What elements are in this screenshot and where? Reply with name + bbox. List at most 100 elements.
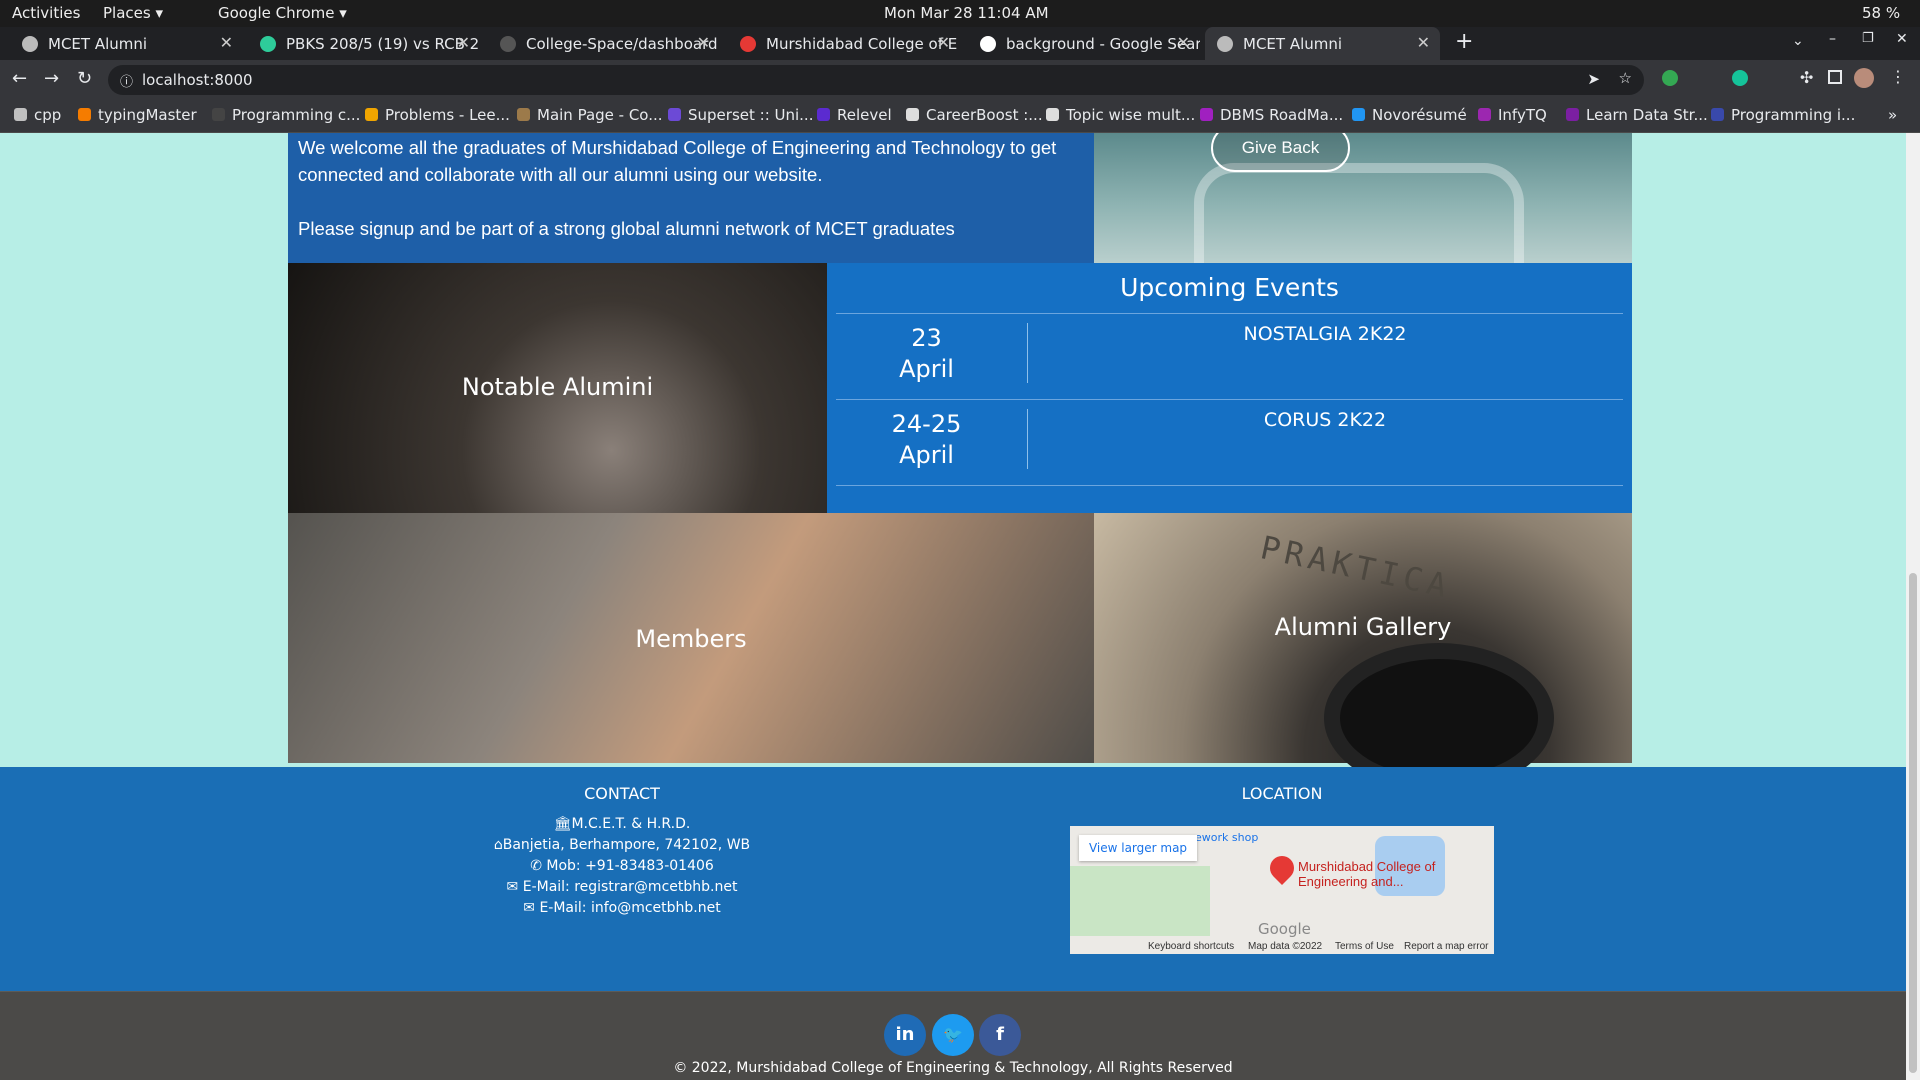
close-icon[interactable]: ✕ bbox=[220, 33, 233, 52]
close-window-button[interactable]: ✕ bbox=[1896, 31, 1908, 47]
contact-line[interactable]: ✉ E-Mail: registrar@mcetbhb.net bbox=[472, 877, 772, 898]
bookmark-icon bbox=[212, 108, 225, 121]
browser-toolbar: ← → ↻ ⓘ localhost:8000 ➤ ☆ ✣ ⋮ bbox=[0, 60, 1920, 100]
bookmark-item[interactable]: Topic wise mult... bbox=[1046, 106, 1195, 124]
event-name[interactable]: NOSTALGIA 2K22 bbox=[1027, 323, 1623, 345]
cricket-icon bbox=[260, 35, 276, 52]
envelope-icon: ✉ bbox=[506, 879, 519, 895]
bookmark-item[interactable]: Superset :: Uni... bbox=[668, 106, 813, 124]
bookmark-item[interactable]: InfyTQ bbox=[1478, 106, 1547, 124]
notable-alumni-tile[interactable]: Notable Alumini bbox=[288, 263, 827, 513]
battery-indicator[interactable]: 58 % bbox=[1862, 4, 1900, 22]
send-icon[interactable]: ➤ bbox=[1587, 70, 1600, 88]
twitter-icon[interactable]: 🐦 bbox=[932, 1014, 974, 1056]
location-map[interactable]: ework shop View larger map Murshidabad C… bbox=[1070, 826, 1494, 954]
map-pin-icon bbox=[740, 35, 756, 52]
tab-title: MCET Alumni bbox=[48, 34, 148, 53]
bookmark-star-icon[interactable]: ☆ bbox=[1619, 69, 1632, 87]
page-content: We welcome all the graduates of Murshida… bbox=[0, 133, 1906, 1080]
page-scrollbar[interactable] bbox=[1906, 133, 1920, 1080]
info-icon[interactable]: ⓘ bbox=[120, 71, 133, 90]
close-icon[interactable]: ✕ bbox=[1177, 33, 1190, 52]
notable-alumni-label: Notable Alumini bbox=[461, 373, 654, 401]
members-tile[interactable]: Members bbox=[288, 513, 1094, 763]
globe-icon bbox=[22, 35, 38, 52]
terms-link[interactable]: Terms of Use bbox=[1335, 941, 1394, 952]
tab-title: Murshidabad College of E bbox=[766, 34, 958, 53]
tab-cricket-score[interactable]: PBKS 208/5 (19) vs RCB 2(✕ bbox=[248, 27, 480, 60]
bookmark-icon bbox=[1046, 108, 1059, 121]
jar-image bbox=[1194, 163, 1524, 273]
new-tab-button[interactable]: + bbox=[1455, 29, 1473, 54]
map-marker-label[interactable]: Murshidabad College of Engineering and..… bbox=[1298, 859, 1448, 889]
relevel-icon bbox=[817, 108, 830, 121]
tab-murshidabad-college[interactable]: Murshidabad College of E ✕ bbox=[728, 27, 960, 60]
tab-github-dashboard[interactable]: College-Space/dashboard ✕ bbox=[488, 27, 720, 60]
scrollbar-thumb[interactable] bbox=[1909, 573, 1917, 1073]
address-text: localhost:8000 bbox=[142, 71, 253, 89]
institution-icon: 🏛 bbox=[553, 816, 572, 832]
keyboard-shortcuts-link[interactable]: Keyboard shortcuts bbox=[1148, 941, 1234, 952]
bookmark-item[interactable]: Programming i... bbox=[1711, 106, 1855, 124]
clock[interactable]: Mon Mar 28 11:04 AM bbox=[884, 4, 1049, 22]
forward-icon[interactable]: → bbox=[44, 68, 59, 89]
divider bbox=[836, 313, 1623, 314]
tab-mcet-alumni-active[interactable]: MCET Alumni ✕ bbox=[1205, 27, 1440, 60]
view-larger-map-button[interactable]: View larger map bbox=[1079, 835, 1197, 861]
tab-title: MCET Alumni bbox=[1243, 34, 1343, 53]
contact-line[interactable]: ✉ E-Mail: info@mcetbhb.net bbox=[472, 898, 772, 919]
bookmark-item[interactable]: cpp bbox=[14, 106, 61, 124]
close-icon[interactable]: ✕ bbox=[937, 33, 950, 52]
fire-icon bbox=[78, 108, 91, 121]
bookmark-item[interactable]: Learn Data Str... bbox=[1566, 106, 1708, 124]
places-menu[interactable]: Places ▾ bbox=[103, 4, 163, 22]
envelope-icon: ✉ bbox=[523, 900, 535, 916]
bookmark-item[interactable]: Main Page - Co... bbox=[517, 106, 663, 124]
minimize-button[interactable]: – bbox=[1829, 31, 1836, 47]
avatar[interactable] bbox=[1854, 68, 1874, 88]
extension-grammarly-icon[interactable] bbox=[1732, 70, 1748, 86]
give-back-tile: Give Back bbox=[1094, 133, 1632, 273]
reload-icon[interactable]: ↻ bbox=[77, 68, 92, 89]
extension-green-icon[interactable] bbox=[1662, 70, 1678, 86]
report-error-link[interactable]: Report a map error bbox=[1404, 941, 1488, 952]
close-icon[interactable]: ✕ bbox=[457, 33, 470, 52]
infytq-icon bbox=[1478, 108, 1491, 121]
bookmark-item[interactable]: Problems - Lee... bbox=[365, 106, 510, 124]
activities-button[interactable]: Activities bbox=[12, 4, 80, 22]
chrome-menu-icon[interactable]: ⋮ bbox=[1890, 67, 1906, 86]
bookmarks-overflow-icon[interactable]: » bbox=[1888, 106, 1897, 124]
linkedin-icon[interactable]: in bbox=[884, 1014, 926, 1056]
extensions-puzzle-icon[interactable]: ✣ bbox=[1800, 68, 1813, 87]
facebook-icon[interactable]: f bbox=[979, 1014, 1021, 1056]
members-label: Members bbox=[635, 625, 747, 653]
location-heading: LOCATION bbox=[1241, 784, 1323, 803]
side-panel-icon[interactable] bbox=[1828, 70, 1842, 84]
address-bar[interactable]: ⓘ localhost:8000 ➤ ☆ bbox=[108, 65, 1644, 95]
welcome-panel: We welcome all the graduates of Murshida… bbox=[288, 133, 1094, 263]
tab-mcet-alumni-1[interactable]: MCET Alumni ✕ bbox=[10, 27, 243, 60]
bookmark-item[interactable]: typingMaster bbox=[78, 106, 197, 124]
bookmark-item[interactable]: Novorésumé bbox=[1352, 106, 1467, 124]
maximize-button[interactable]: ❐ bbox=[1862, 31, 1874, 46]
give-back-button[interactable]: Give Back bbox=[1211, 133, 1350, 172]
back-icon[interactable]: ← bbox=[12, 68, 27, 89]
tab-title: background - Google Sear bbox=[1006, 34, 1200, 53]
alumni-gallery-tile[interactable]: PRAKTICA Alumni Gallery bbox=[1094, 513, 1632, 793]
map-pin-icon: ⌂ bbox=[493, 837, 503, 853]
chrome-app-menu[interactable]: Google Chrome ▾ bbox=[218, 4, 347, 22]
leetcode-icon bbox=[365, 108, 378, 121]
close-icon[interactable]: ✕ bbox=[1417, 33, 1430, 52]
bookmark-item[interactable]: Programming c... bbox=[212, 106, 360, 124]
map-place-label: ework shop bbox=[1195, 831, 1259, 844]
tab-google-search[interactable]: background - Google Sear ✕ bbox=[968, 27, 1200, 60]
event-name[interactable]: CORUS 2K22 bbox=[1027, 409, 1623, 431]
bookmark-item[interactable]: CareerBoost :... bbox=[906, 106, 1043, 124]
map-marker-icon[interactable] bbox=[1265, 851, 1299, 885]
close-icon[interactable]: ✕ bbox=[697, 33, 710, 52]
bookmark-item[interactable]: Relevel bbox=[817, 106, 892, 124]
bookmark-item[interactable]: DBMS RoadMa... bbox=[1200, 106, 1343, 124]
alumni-gallery-label: Alumni Gallery bbox=[1274, 613, 1452, 641]
tab-search-icon[interactable]: ⌄ bbox=[1792, 33, 1804, 49]
footer: CONTACT LOCATION 🏛M.C.E.T. & H.R.D. ⌂Ban… bbox=[0, 767, 1906, 991]
